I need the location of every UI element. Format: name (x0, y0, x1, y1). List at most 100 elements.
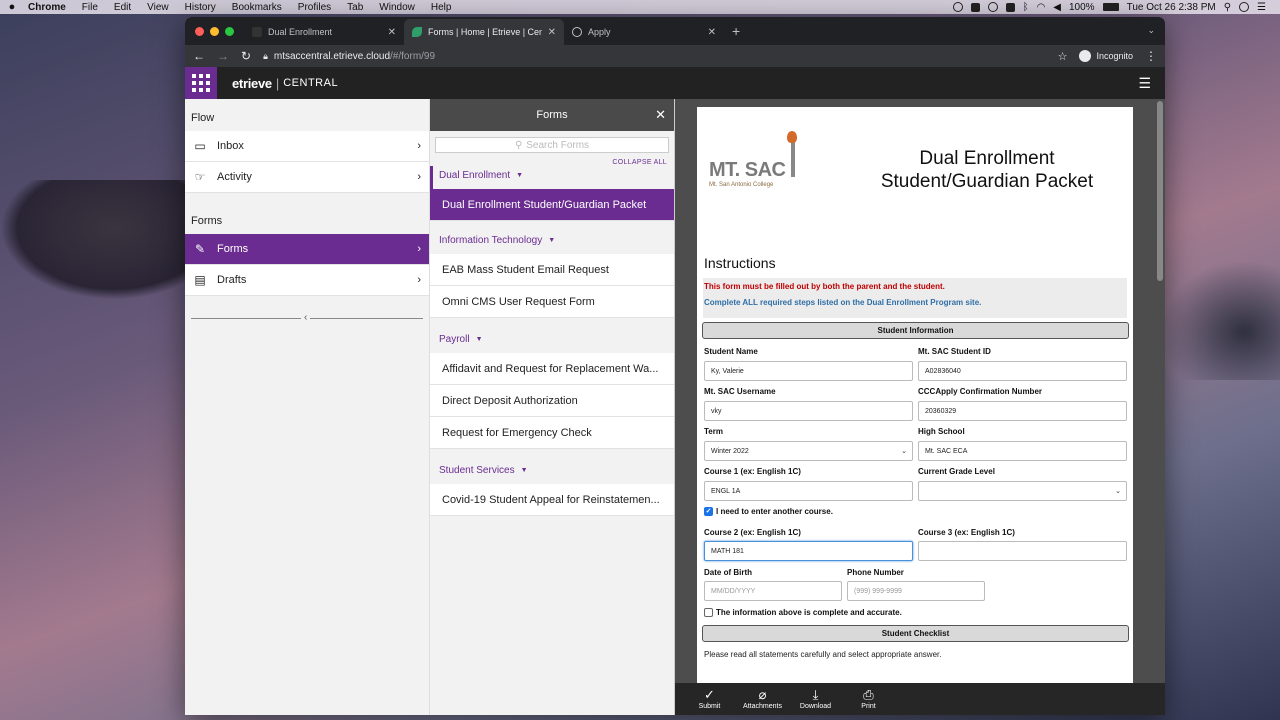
notice-blue-link[interactable]: Complete ALL required steps listed on th… (704, 298, 1126, 307)
form-item[interactable]: Covid-19 Student Appeal for Reinstatemen… (430, 484, 674, 516)
minimize-window-button[interactable] (210, 26, 219, 36)
document-scrollbar[interactable] (1157, 101, 1163, 281)
close-window-button[interactable] (195, 26, 204, 36)
action-label: Submit (698, 703, 721, 710)
cccapply-field[interactable]: 20360329 (918, 401, 1127, 421)
tab-close-icon[interactable]: ✕ (548, 27, 556, 38)
accurate-checkbox-row[interactable]: The information above is complete and ac… (704, 608, 902, 617)
menu-bookmarks[interactable]: Bookmarks (224, 2, 290, 13)
search-forms-input[interactable]: ⚲ Search Forms (435, 137, 669, 153)
submit-button[interactable]: ✓ Submit (683, 683, 736, 715)
course1-field[interactable]: ENGL 1A (704, 481, 913, 501)
nav-item-inbox[interactable]: ▭ Inbox › (185, 131, 429, 162)
high-school-field[interactable]: Mt. SAC ECA (918, 441, 1127, 461)
form-item[interactable]: Request for Emergency Check (430, 417, 674, 449)
another-course-checkbox-row[interactable]: ✓ I need to enter another course. (704, 507, 833, 516)
hamburger-menu-icon[interactable]: ☰ (1138, 75, 1151, 92)
desktop-wallpaper (0, 180, 190, 300)
student-name-field[interactable]: Ky, Valerie (704, 361, 913, 381)
forward-button[interactable]: → (217, 49, 229, 63)
accurate-checkbox[interactable] (704, 608, 713, 617)
nav-item-forms[interactable]: ✎ Forms › (185, 234, 429, 265)
pencil-icon: ✎ (194, 242, 206, 256)
phone-field[interactable]: (999) 999-9999 (847, 581, 985, 601)
form-item[interactable]: Omni CMS User Request Form (430, 286, 674, 318)
form-item[interactable]: Affidavit and Request for Replacement Wa… (430, 353, 674, 385)
another-course-checkbox[interactable]: ✓ (704, 507, 713, 516)
status-icon[interactable] (987, 2, 998, 12)
incognito-badge[interactable]: Incognito (1079, 50, 1133, 62)
group-information-technology[interactable]: Information Technology ▼ (430, 231, 674, 254)
course3-label: Course 3 (ex: English 1C) (918, 528, 1015, 537)
tab-close-icon[interactable]: ✕ (388, 27, 396, 38)
form-item[interactable]: EAB Mass Student Email Request (430, 254, 674, 286)
chevron-right-icon: › (417, 274, 421, 286)
browser-tab-dual-enrollment[interactable]: Dual Enrollment ✕ (244, 19, 404, 45)
reload-button[interactable]: ↻ (241, 49, 251, 63)
new-tab-button[interactable]: + (724, 23, 748, 39)
nav-item-activity[interactable]: ☞ Activity › (185, 162, 429, 193)
student-id-field[interactable]: A02836040 (918, 361, 1127, 381)
menu-tab[interactable]: Tab (339, 2, 371, 13)
chevron-right-icon: › (417, 171, 421, 183)
menu-file[interactable]: File (74, 2, 106, 13)
menu-edit[interactable]: Edit (106, 2, 139, 13)
browser-tab-apply[interactable]: Apply ✕ (564, 19, 724, 45)
battery-percent: 100% (1069, 1, 1095, 13)
battery-icon[interactable] (1102, 3, 1119, 11)
form-item[interactable]: Direct Deposit Authorization (430, 385, 674, 417)
group-payroll[interactable]: Payroll ▼ (430, 330, 674, 353)
back-button[interactable]: ← (193, 49, 205, 63)
dob-field[interactable]: MM/DD/YYYY (704, 581, 842, 601)
wifi-icon[interactable]: ◠ (1037, 2, 1046, 13)
course3-field[interactable] (918, 541, 1127, 561)
record-icon[interactable] (952, 2, 963, 12)
grade-level-select[interactable]: ⌄ (918, 481, 1127, 501)
nav-item-drafts[interactable]: ▤ Drafts › (185, 265, 429, 296)
attachments-button[interactable]: ⌀ Attachments (736, 683, 789, 715)
tab-label: Apply (588, 27, 611, 37)
control-center-icon[interactable]: ☰ (1257, 2, 1266, 13)
menu-window[interactable]: Window (371, 2, 423, 13)
app-launcher-grid-icon[interactable] (185, 67, 217, 99)
group-student-services[interactable]: Student Services ▼ (430, 461, 674, 484)
collapse-nav-chevron-icon[interactable]: ‹ (301, 312, 311, 323)
group-dual-enrollment[interactable]: Dual Enrollment ▼ (430, 166, 674, 189)
chevron-down-icon: ⌄ (1115, 488, 1121, 495)
print-button[interactable]: ⎙ Print (842, 683, 895, 715)
bookmark-star-icon[interactable]: ☆ (1058, 50, 1068, 63)
spotlight-icon[interactable]: ⚲ (1224, 2, 1231, 13)
menu-app-name[interactable]: Chrome (24, 2, 74, 13)
menu-clock[interactable]: Tue Oct 26 2:38 PM (1127, 2, 1216, 13)
menu-help[interactable]: Help (423, 2, 460, 13)
nav-collapse-divider: ‹ (191, 312, 423, 323)
download-button[interactable]: ⤓ Download (789, 683, 842, 715)
volume-icon[interactable]: ◀ (1053, 2, 1061, 13)
menu-view[interactable]: View (139, 2, 177, 13)
course1-label: Course 1 (ex: English 1C) (704, 467, 801, 476)
apple-icon[interactable]: ● (0, 1, 24, 13)
course2-field[interactable]: MATH 181 (704, 541, 913, 561)
incognito-icon (1079, 50, 1092, 62)
menu-history[interactable]: History (177, 2, 224, 13)
term-select[interactable]: Winter 2022 ⌄ (704, 441, 913, 461)
bluetooth-icon[interactable]: ᛒ (1023, 2, 1029, 13)
close-panel-icon[interactable]: ✕ (655, 107, 666, 123)
form-item[interactable]: Dual Enrollment Student/Guardian Packet (430, 189, 674, 221)
camera-icon[interactable] (1005, 2, 1015, 12)
siri-icon[interactable] (1239, 2, 1250, 12)
menu-profiles[interactable]: Profiles (290, 2, 339, 13)
tab-search-chevron-icon[interactable]: ⌄ (1147, 25, 1155, 36)
zoom-window-button[interactable] (225, 26, 234, 36)
collapse-all-link[interactable]: COLLAPSE ALL (430, 159, 674, 166)
instructions-heading: Instructions (704, 255, 776, 271)
phone-label: Phone Number (847, 568, 904, 577)
browser-menu-icon[interactable]: ⋮ (1145, 49, 1157, 63)
address-bar[interactable]: 🔒︎ mtsaccentral.etrieve.cloud /#/form/99 (263, 51, 1046, 62)
screen-icon[interactable] (970, 2, 980, 12)
checklist-intro: Please read all statements carefully and… (704, 650, 942, 659)
course2-label: Course 2 (ex: English 1C) (704, 528, 801, 537)
tab-close-icon[interactable]: ✕ (708, 27, 716, 38)
username-field[interactable]: vky (704, 401, 913, 421)
browser-tab-forms[interactable]: Forms | Home | Etrieve | Centr... ✕ (404, 19, 564, 45)
